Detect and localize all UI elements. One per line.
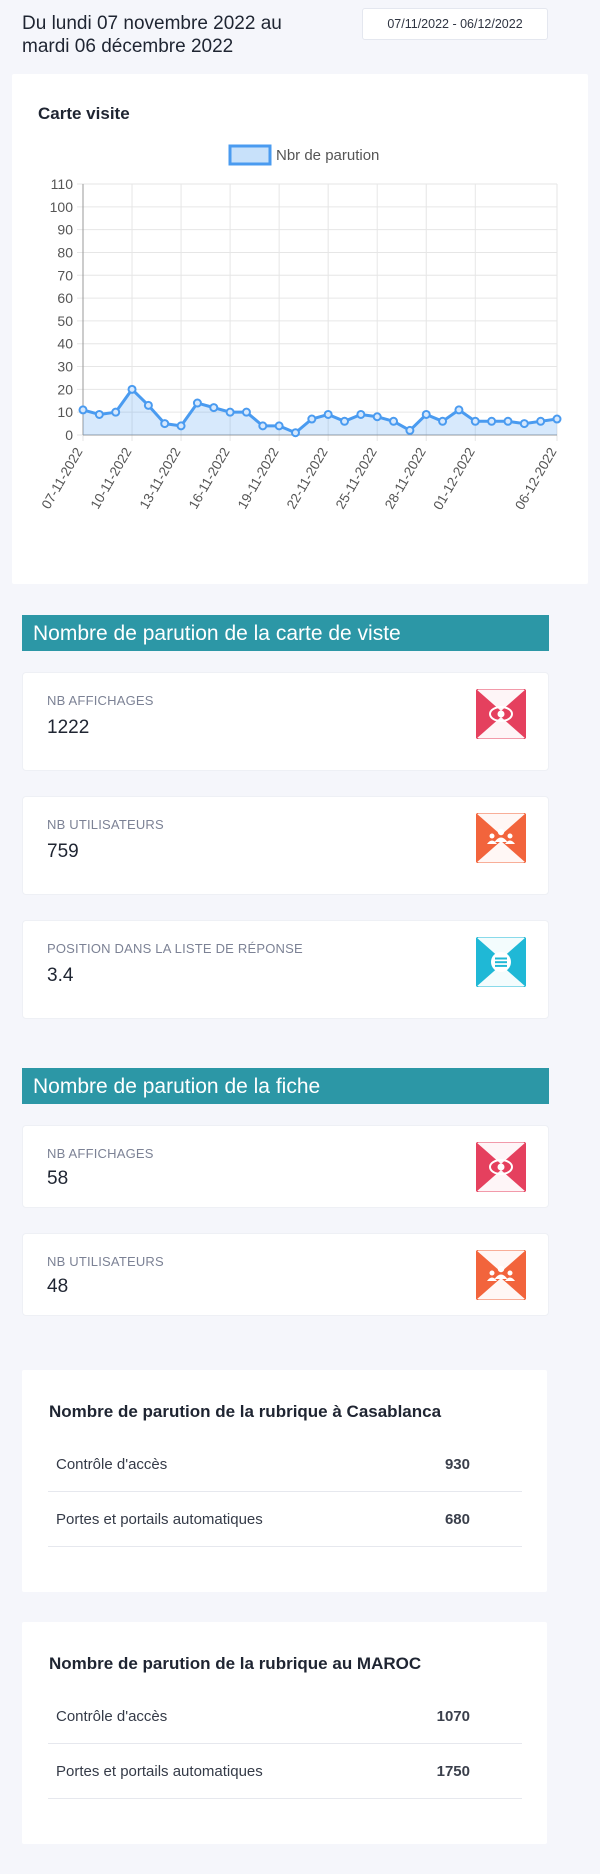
section-header-fiche: Nombre de parution de la fiche (22, 1068, 549, 1104)
data-point (143, 400, 153, 410)
parution-line-chart: 0 10 20 30 40 50 60 70 80 90 100 110 07-11-2022 10-11… (39, 144, 562, 512)
data-point (405, 425, 415, 435)
date-range-picker[interactable]: 07/11/2022 - 06/12/2022 (362, 8, 548, 40)
table-row: Contrôle d'accès 930 (48, 1437, 522, 1492)
data-point (389, 416, 399, 426)
y-tick-label: 70 (57, 267, 73, 283)
rubrique-maroc-card: Nombre de parution de la rubrique au MAR… (22, 1622, 547, 1844)
y-tick-label: 80 (57, 244, 73, 260)
stat-card-utilisateurs: NB UTILISATEURS 759 (22, 796, 549, 895)
x-tick-label: 01-12-2022 (430, 445, 478, 512)
x-tick-label: 16-11-2022 (186, 445, 233, 511)
chart-card: Carte visite 0 10 20 30 40 50 60 70 80 90 100 110 07… (12, 74, 588, 584)
row-value: 930 (444, 1455, 470, 1473)
stat-label: NB AFFICHAGES (47, 693, 154, 708)
period-title: Du lundi 07 novembre 2022 au mardi 06 dé… (22, 13, 282, 57)
users-icon (475, 1249, 527, 1301)
data-point (536, 416, 546, 426)
row-label: Contrôle d'accès (56, 1455, 168, 1473)
x-tick-label: 25-11-2022 (333, 445, 380, 511)
row-label: Portes et portails automatiques (56, 1762, 263, 1780)
data-point (454, 405, 464, 415)
table-row: Portes et portails automatiques 680 (48, 1492, 522, 1547)
stat-label: NB UTILISATEURS (47, 817, 164, 832)
data-point (356, 409, 366, 419)
y-tick-label: 90 (57, 222, 73, 238)
data-point (160, 419, 170, 429)
users-icon (475, 812, 527, 864)
data-point (372, 412, 382, 422)
data-point (274, 421, 284, 431)
data-point (176, 421, 186, 431)
data-point (552, 414, 562, 424)
rubrique-maroc-title: Nombre de parution de la rubrique au MAR… (49, 1654, 422, 1673)
row-value: 1070 (436, 1707, 470, 1725)
y-tick-label: 50 (57, 313, 73, 329)
section-header-carte: Nombre de parution de la carte de viste (22, 615, 549, 651)
row-value: 680 (444, 1510, 470, 1528)
data-point (421, 409, 431, 419)
x-tick-label: 19-11-2022 (235, 445, 282, 511)
data-point (323, 409, 333, 419)
stat-value: 48 (47, 1276, 69, 1297)
x-tick-label: 13-11-2022 (137, 445, 184, 511)
data-point (487, 416, 497, 426)
data-point (438, 416, 448, 426)
list-icon (475, 936, 527, 988)
legend-label: Nbr de parution (276, 147, 379, 164)
data-point (225, 407, 235, 417)
table-row: Portes et portails automatiques 1750 (48, 1744, 522, 1799)
data-point (307, 414, 317, 424)
data-point (340, 416, 350, 426)
stat-value: 58 (47, 1168, 69, 1189)
x-tick-label: 22-11-2022 (284, 445, 331, 511)
table-row: Contrôle d'accès 1070 (48, 1689, 522, 1744)
x-tick-label: 07-11-2022 (39, 445, 86, 511)
row-label: Contrôle d'accès (56, 1707, 168, 1725)
row-label: Portes et portails automatiques (56, 1510, 263, 1528)
row-value: 1750 (436, 1762, 470, 1780)
rubrique-casablanca-card: Nombre de parution de la rubrique à Casa… (22, 1370, 547, 1592)
x-tick-label: 28-11-2022 (382, 445, 429, 511)
data-point (78, 405, 88, 415)
stat-label: NB AFFICHAGES (47, 1146, 154, 1161)
y-tick-label: 10 (57, 404, 73, 420)
data-point (241, 407, 251, 417)
x-tick-label: 06-12-2022 (512, 445, 560, 512)
y-tick-label: 20 (57, 381, 73, 397)
x-tick-label: 10-11-2022 (88, 445, 135, 511)
y-tick-label: 0 (65, 427, 73, 443)
eye-icon (475, 688, 527, 740)
stat-card-position: POSITION DANS LA LISTE DE RÉPONSE 3.4 (22, 920, 549, 1019)
data-point (94, 409, 104, 419)
y-tick-label: 40 (57, 336, 73, 352)
rubrique-casablanca-title: Nombre de parution de la rubrique à Casa… (49, 1402, 442, 1421)
data-point (519, 419, 529, 429)
stat-label: POSITION DANS LA LISTE DE RÉPONSE (47, 941, 303, 956)
stat-value: 759 (47, 841, 79, 862)
y-tick-label: 60 (57, 290, 73, 306)
stat-card-fiche-affichages: NB AFFICHAGES 58 (22, 1125, 549, 1208)
data-point (503, 416, 513, 426)
legend-swatch (228, 144, 272, 166)
stat-value: 1222 (47, 717, 90, 738)
data-point (209, 403, 219, 413)
data-point (192, 398, 202, 408)
eye-icon (475, 1141, 527, 1193)
stat-label: NB UTILISATEURS (47, 1254, 164, 1269)
stat-card-affichages: NB AFFICHAGES 1222 (22, 672, 549, 771)
y-tick-label: 30 (57, 359, 73, 375)
data-point (258, 421, 268, 431)
y-tick-label: 110 (51, 176, 74, 192)
y-tick-label: 100 (50, 199, 74, 215)
data-point (290, 428, 300, 438)
stat-value: 3.4 (47, 965, 74, 986)
data-point (470, 416, 480, 426)
stat-card-fiche-utilisateurs: NB UTILISATEURS 48 (22, 1233, 549, 1316)
data-point (127, 384, 137, 394)
data-point (111, 407, 121, 417)
